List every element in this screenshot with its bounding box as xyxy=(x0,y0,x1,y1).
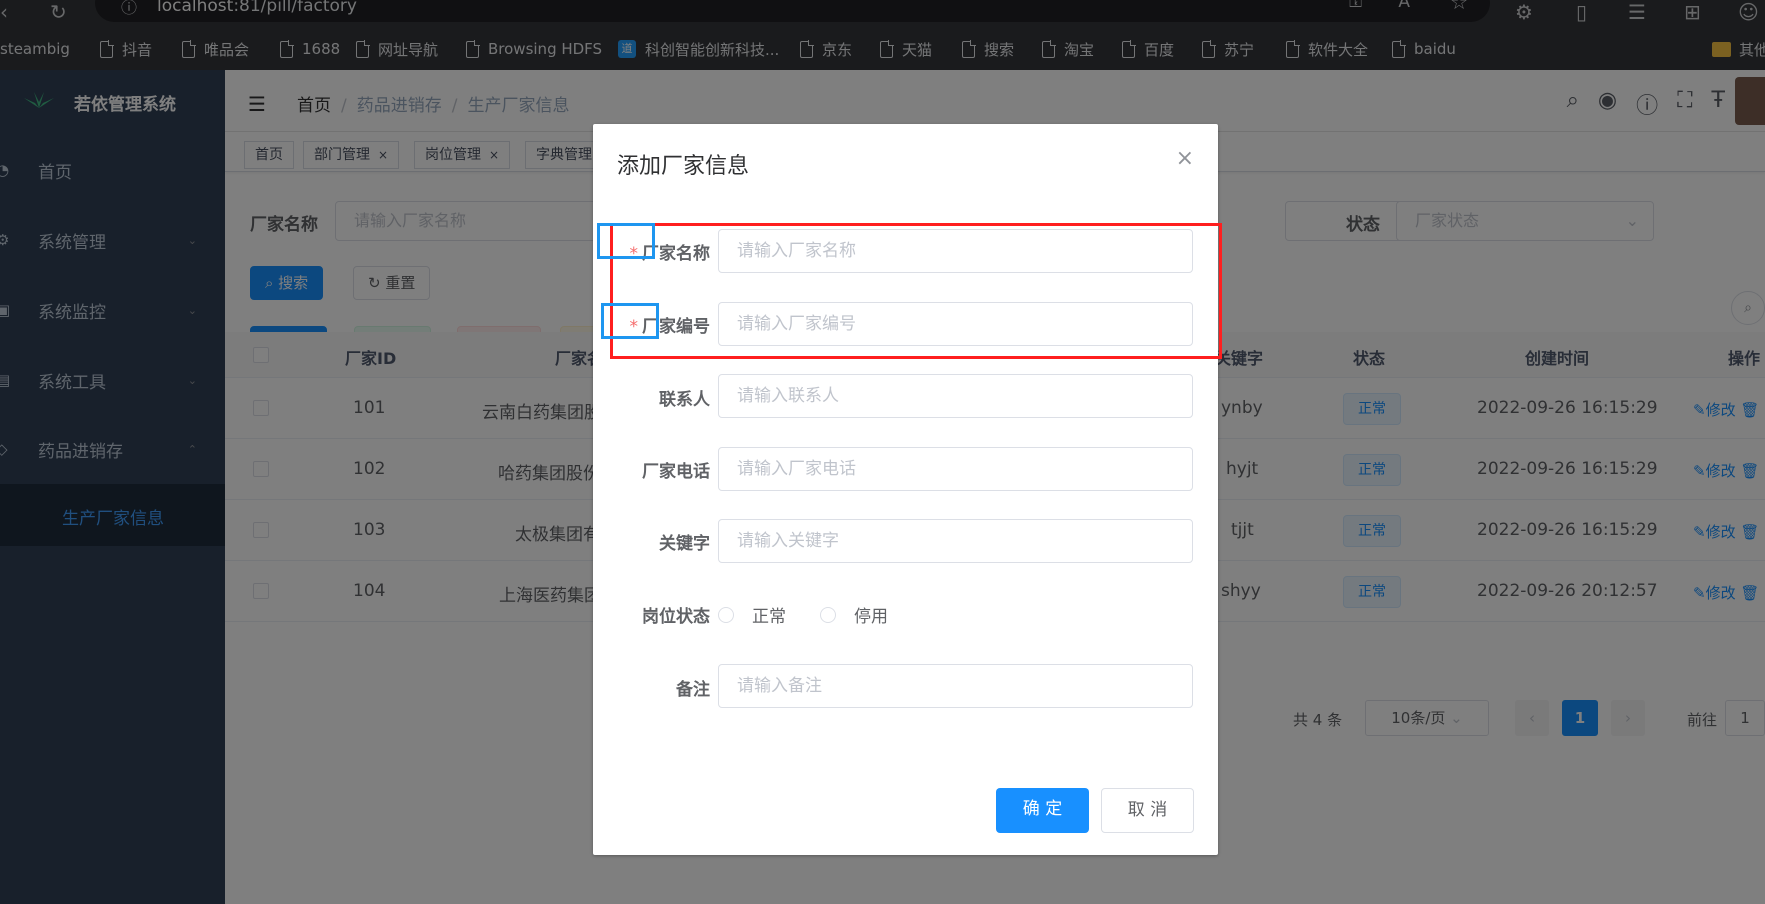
annotation-red-box xyxy=(610,223,1222,359)
phone-input[interactable]: 请输入厂家电话 xyxy=(718,447,1193,491)
remark-input[interactable]: 请输入备注 xyxy=(718,664,1193,708)
keyword-input[interactable]: 请输入关键字 xyxy=(718,519,1193,563)
status-label: 岗位状态 xyxy=(642,607,710,627)
confirm-button[interactable]: 确 定 xyxy=(996,788,1089,833)
phone-label: 厂家电话 xyxy=(642,462,710,482)
radio-circle xyxy=(820,606,836,623)
contact-input[interactable]: 请输入联系人 xyxy=(718,374,1193,418)
dialog-title: 添加厂家信息 xyxy=(617,154,750,179)
annotation-blue-box xyxy=(597,223,655,259)
radio-normal[interactable]: 正常 xyxy=(718,602,786,627)
remark-label: 备注 xyxy=(676,680,710,700)
cancel-button[interactable]: 取 消 xyxy=(1101,788,1194,833)
radio-disabled[interactable]: 停用 xyxy=(820,602,888,627)
keyword-label: 关键字 xyxy=(659,534,710,554)
contact-label: 联系人 xyxy=(659,390,710,410)
annotation-blue-box xyxy=(601,303,659,339)
close-icon[interactable]: × xyxy=(1176,146,1194,171)
radio-circle xyxy=(718,606,734,623)
